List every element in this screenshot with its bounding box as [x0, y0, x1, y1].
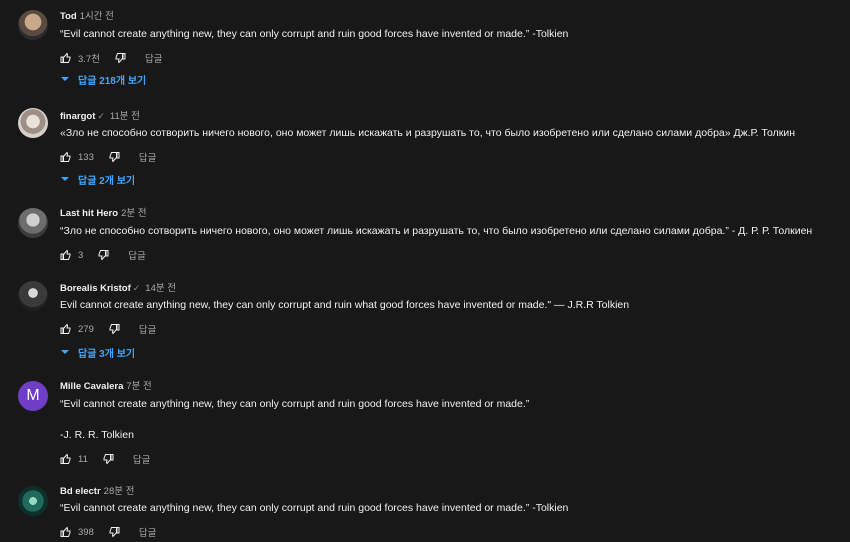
reply-button[interactable]: 답글 [139, 150, 156, 164]
comment-actions: 133 답글 [60, 150, 156, 164]
reply-button[interactable]: 답글 [128, 248, 145, 262]
avatar-letter: M [26, 387, 40, 404]
comment-line: -J. R. R. Tolkien [60, 429, 134, 441]
view-replies-button[interactable]: 답글 218개 보기 [60, 72, 147, 87]
timestamp[interactable]: 11분 전 [110, 111, 140, 122]
comment-actions: 11 답글 [60, 452, 150, 466]
comment-header: Last hit Hero 2분 전 [60, 208, 146, 220]
avatar[interactable] [18, 10, 48, 40]
chevron-down-icon [61, 177, 69, 181]
reply-button[interactable]: 답글 [133, 452, 150, 466]
comment-line: “Evil cannot create anything new, they c… [60, 502, 569, 514]
view-replies-label: 답글 218개 보기 [78, 75, 147, 87]
check-icon: ✓ [97, 111, 105, 121]
comment-line: Evil cannot create anything new, they ca… [60, 299, 630, 311]
thumb-down-icon[interactable] [97, 249, 109, 261]
comment-header: finargot ✓ 11분 전 [60, 110, 140, 123]
avatar[interactable] [18, 208, 48, 238]
comment-text: “Evil cannot create anything new, they c… [60, 501, 568, 515]
thumb-up-icon[interactable] [60, 453, 72, 465]
avatar[interactable] [18, 108, 48, 138]
reply-button[interactable]: 답글 [139, 525, 156, 539]
comment-header: Tod 1시간 전 [60, 11, 114, 23]
thumb-down-icon[interactable] [108, 323, 120, 335]
avatar[interactable] [18, 486, 48, 516]
like-count: 279 [78, 323, 94, 335]
comment-actions: 279 답글 [60, 322, 156, 336]
comment-line: “Зло не способно сотворить ничего нового… [60, 225, 813, 237]
timestamp[interactable]: 14분 전 [145, 283, 176, 294]
thumb-up-icon[interactable] [60, 323, 72, 335]
comment-line: “Evil cannot create anything new, they c… [60, 28, 569, 40]
thumb-down-icon[interactable] [102, 453, 114, 465]
view-replies-label: 답글 2개 보기 [78, 175, 136, 187]
comment-text: Evil cannot create anything new, they ca… [60, 298, 629, 312]
author-name[interactable]: Mille Cavalera [60, 381, 123, 392]
like-count: 133 [78, 151, 94, 163]
view-replies-button[interactable]: 답글 2개 보기 [60, 172, 136, 187]
comment-line: “Evil cannot create anything new, they c… [60, 398, 530, 410]
thumb-down-icon[interactable] [108, 526, 120, 538]
comment-text: “Зло не способно сотворить ничего нового… [60, 224, 812, 238]
comment-actions: 3.7천 답글 [60, 51, 162, 65]
reply-button[interactable]: 답글 [139, 322, 156, 336]
like-count: 11 [78, 453, 88, 465]
reply-button[interactable]: 답글 [145, 51, 162, 65]
author-name[interactable]: Tod [60, 11, 77, 22]
avatar[interactable] [18, 281, 48, 311]
author-name[interactable]: Bd electr [60, 486, 101, 497]
like-count: 3 [78, 249, 84, 261]
chevron-down-icon [61, 77, 69, 81]
thumb-down-icon[interactable] [108, 151, 120, 163]
comment-actions: 3 답글 [60, 248, 146, 262]
timestamp[interactable]: 28분 전 [104, 486, 135, 497]
thumb-up-icon[interactable] [60, 526, 72, 538]
thumb-up-icon[interactable] [60, 151, 72, 163]
author-name[interactable]: Last hit Hero [60, 208, 118, 219]
avatar[interactable]: M [18, 381, 48, 411]
check-icon: ✓ [132, 283, 141, 293]
author-name[interactable]: finargot [60, 111, 95, 122]
comment-header: Borealis Kristof ✓ 14분 전 [60, 282, 176, 295]
thumb-down-icon[interactable] [114, 52, 126, 64]
timestamp[interactable]: 1시간 전 [80, 11, 114, 22]
timestamp[interactable]: 7분 전 [126, 381, 151, 392]
view-replies-button[interactable]: 답글 3개 보기 [60, 345, 136, 360]
chevron-down-icon [61, 350, 69, 354]
author-name[interactable]: Borealis Kristof [60, 283, 131, 294]
comment-line: «Зло не способно сотворить ничего нового… [60, 127, 795, 139]
comment-text: “Evil cannot create anything new, they c… [60, 397, 529, 411]
view-replies-label: 답글 3개 보기 [78, 348, 136, 360]
comment-header: Mille Cavalera 7분 전 [60, 381, 152, 393]
thumb-up-icon[interactable] [60, 52, 72, 64]
thumb-up-icon[interactable] [60, 249, 72, 261]
comment-text: «Зло не способно сотворить ничего нового… [60, 126, 795, 140]
comment-text: “Evil cannot create anything new, they c… [60, 27, 568, 41]
like-count: 398 [78, 526, 94, 538]
like-count: 3.7천 [78, 54, 100, 65]
comment-header: Bd electr 28분 전 [60, 486, 134, 498]
comment-actions: 398 답글 [60, 525, 156, 539]
comment-text: -J. R. R. Tolkien [60, 428, 134, 442]
timestamp[interactable]: 2분 전 [121, 208, 146, 219]
